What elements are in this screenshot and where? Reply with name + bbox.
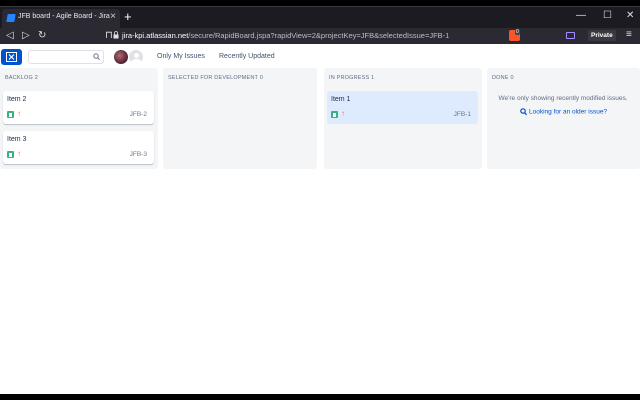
issue-card-jfb-2[interactable]: Item 2 ↑ JFB-2: [3, 91, 154, 124]
window-bottom-edge: [0, 394, 640, 400]
older-issue-link-label: Looking for an older issue?: [529, 108, 608, 116]
priority-high-icon: ↑: [341, 109, 345, 118]
tab-strip: JFB board - Agile Board - Jira × + — ☐ ✕: [0, 6, 640, 29]
issue-card-jfb-1[interactable]: Item 1 ↑ JFB-1: [327, 91, 478, 124]
board-search: [28, 50, 104, 64]
recently-updated-filter[interactable]: Recently Updated: [219, 53, 275, 60]
search-icon: [520, 108, 527, 116]
extension-icon[interactable]: [566, 32, 575, 39]
card-summary: Item 3: [7, 136, 27, 143]
only-my-issues-filter[interactable]: Only My Issues: [157, 53, 205, 60]
column-backlog: BACKLOG 2 Item 2 ↑ JFB-2 Item 3 ↑ JFB-3: [0, 68, 158, 169]
address-bar[interactable]: jira-kpi.atlassian.net/secure/RapidBoard…: [122, 30, 449, 42]
older-issue-link[interactable]: Looking for an older issue?: [520, 108, 607, 116]
close-window-button[interactable]: ✕: [626, 10, 634, 21]
jira-board-page: Only My Issues Recently Updated BACKLOG …: [0, 44, 640, 394]
close-sidebar-icon: [6, 52, 17, 62]
column-header: BACKLOG 2: [5, 75, 38, 81]
person-head-icon: [134, 53, 139, 58]
card-summary: Item 2: [7, 96, 27, 103]
story-icon: [331, 111, 338, 118]
recent-issues-message: We're only showing recently modified iss…: [498, 95, 628, 102]
issue-key[interactable]: JFB-3: [130, 151, 147, 158]
minimize-button[interactable]: —: [576, 10, 586, 21]
navigation-bar: ◁ ▷ ↻ ⊓ jira-kpi.atlassian.net/secure/Ra…: [0, 28, 640, 44]
tab-title: JFB board - Agile Board - Jira: [18, 13, 110, 20]
story-icon: [7, 151, 14, 158]
issue-card-jfb-3[interactable]: Item 3 ↑ JFB-3: [3, 131, 154, 164]
story-icon: [7, 111, 14, 118]
column-header: IN PROGRESS 1: [329, 75, 375, 81]
lock-icon: [113, 31, 119, 39]
jira-logo-button[interactable]: [1, 49, 22, 65]
browser-window: JFB board - Agile Board - Jira × + — ☐ ✕…: [0, 0, 640, 400]
url-host: jira-kpi.atlassian.net: [122, 31, 189, 40]
card-summary: Item 1: [331, 96, 351, 103]
issue-key[interactable]: JFB-1: [454, 111, 471, 118]
maximize-button[interactable]: ☐: [603, 10, 612, 21]
column-header: SELECTED FOR DEVELOPMENT 0: [168, 75, 263, 81]
person-body-icon: [131, 59, 142, 64]
browser-menu-icon[interactable]: ≡: [626, 29, 632, 40]
shield-count-badge: 0: [515, 29, 520, 35]
avatar-unassigned[interactable]: [128, 49, 144, 65]
search-input[interactable]: [29, 51, 89, 63]
search-icon: [93, 53, 100, 61]
priority-high-icon: ↑: [17, 149, 21, 158]
tab-close-icon[interactable]: ×: [110, 11, 116, 22]
column-header: DONE 0: [492, 75, 514, 81]
forward-button[interactable]: ▷: [22, 29, 30, 43]
jira-favicon-icon: [6, 14, 16, 22]
issue-key[interactable]: JFB-2: [130, 111, 147, 118]
private-window-badge: Private: [588, 30, 616, 41]
back-button[interactable]: ◁: [6, 29, 14, 43]
url-path: /secure/RapidBoard.jspa?rapidView=2&proj…: [188, 31, 450, 40]
avatar-user[interactable]: [113, 49, 129, 65]
bookmark-icon[interactable]: ⊓: [105, 29, 113, 43]
reload-button[interactable]: ↻: [38, 29, 46, 43]
priority-high-icon: ↑: [17, 109, 21, 118]
column-selected-for-development: SELECTED FOR DEVELOPMENT 0: [163, 68, 317, 169]
new-tab-button[interactable]: +: [124, 9, 132, 25]
column-in-progress: IN PROGRESS 1 Item 1 ↑ JFB-1: [324, 68, 482, 169]
column-done: DONE 0 We're only showing recently modif…: [487, 68, 640, 169]
tab-jfb-board[interactable]: JFB board - Agile Board - Jira ×: [2, 9, 120, 29]
